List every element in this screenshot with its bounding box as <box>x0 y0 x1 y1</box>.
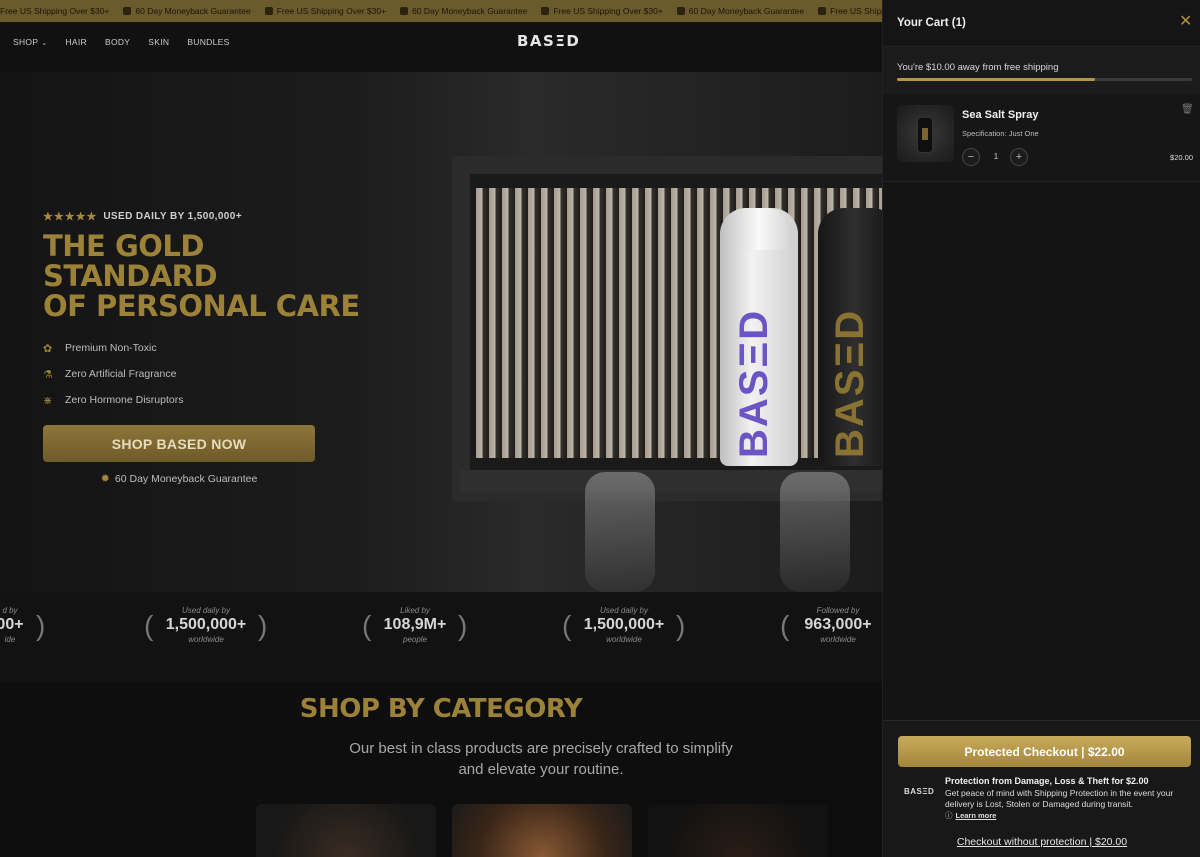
main-nav: SHOP ⌄ HAIR BODY SKIN BUNDLES BASΞD <box>0 22 882 62</box>
info-icon: ⓘ <box>945 811 953 820</box>
shield-icon <box>676 7 685 15</box>
rating-row: ★★★★★ USED DAILY BY 1,500,000+ <box>43 210 383 223</box>
nav-link-bundles[interactable]: BUNDLES <box>187 37 229 47</box>
close-icon[interactable]: ✕ <box>1179 14 1192 30</box>
rating-text: USED DAILY BY 1,500,000+ <box>103 211 242 222</box>
feature-item: ⋇ Zero Hormone Disruptors <box>43 394 184 407</box>
guarantee-note: ✹ 60 Day Moneyback Guarantee <box>100 472 258 486</box>
white-bottle-image: BASΞD <box>720 208 798 466</box>
ticker-item: Free US Shipping Over $30+ <box>0 6 110 16</box>
stat-item: Followed by 963,000+ worldwide <box>804 606 872 644</box>
bottle-brand-text: BASΞD <box>732 308 776 458</box>
star-rating-icon: ★★★★★ <box>43 211 98 223</box>
nav-links: SHOP ⌄ HAIR BODY SKIN BUNDLES <box>13 37 230 47</box>
leaf-icon: ✿ <box>43 342 53 355</box>
badge-icon: ✹ <box>100 473 110 485</box>
section-title: SHOP BY CATEGORY <box>299 694 583 724</box>
nav-link-body[interactable]: BODY <box>105 37 130 47</box>
protection-title: Protection from Damage, Loss & Theft for… <box>945 776 1149 786</box>
ticker-item: Free US Shipping Over $30+ <box>818 6 882 16</box>
bottle-brand-text: BASΞD <box>828 308 872 458</box>
product-thumbnail[interactable] <box>897 105 954 162</box>
protection-description: Get peace of mind with Shipping Protecti… <box>945 788 1174 809</box>
free-shipping-progress: You're $10.00 away from free shipping <box>883 47 1200 94</box>
laurel-right-icon: ) <box>676 610 686 641</box>
learn-more-link[interactable]: Learn more <box>956 811 997 820</box>
product-bottle-image <box>917 117 933 153</box>
ticker-item: 60 Day Moneyback Guarantee <box>400 6 527 16</box>
cart-line-item: Sea Salt Spray Specification: Just One −… <box>883 94 1200 182</box>
quantity-decrease-button[interactable]: − <box>962 148 980 166</box>
cart-drawer: Your Cart (1) ✕ You're $10.00 away from … <box>882 0 1200 857</box>
water-splash-image <box>780 472 850 592</box>
site-logo[interactable]: BASΞD <box>517 32 580 50</box>
ticker-item: Free US Shipping Over $30+ <box>541 6 663 16</box>
announcement-ticker: Free US Shipping Over $30+ 60 Day Moneyb… <box>0 0 882 22</box>
protected-checkout-button[interactable]: Protected Checkout | $22.00 <box>898 736 1191 767</box>
feature-item: ⚗ Zero Artificial Fragrance <box>43 368 177 381</box>
shop-now-button[interactable]: SHOP BASED NOW <box>43 425 315 462</box>
nav-link-shop[interactable]: SHOP ⌄ <box>13 37 47 47</box>
section-subtitle: Our best in class products are precisely… <box>349 740 733 778</box>
truck-icon <box>264 7 273 15</box>
water-splash-image <box>585 472 655 592</box>
shipping-progress-bar <box>897 78 1192 81</box>
social-proof-stats: d by 00+ ide ) ( Used daily by 1,500,000… <box>0 592 882 682</box>
chevron-down-icon: ⌄ <box>41 40 48 47</box>
bottle-cap <box>730 208 788 250</box>
checkout-without-protection-link[interactable]: Checkout without protection | $20.00 <box>883 836 1200 848</box>
laurel-right-icon: ) <box>458 610 468 641</box>
truck-icon <box>818 7 827 15</box>
laurel-right-icon: ) <box>258 610 268 641</box>
product-name[interactable]: Sea Salt Spray <box>962 109 1038 121</box>
trash-icon[interactable]: 🗑 <box>1181 104 1194 115</box>
shield-icon <box>123 7 132 15</box>
hero-copy: ★★★★★ USED DAILY BY 1,500,000+ THE GOLD … <box>43 210 383 485</box>
shop-by-category: SHOP BY CATEGORY Our best in class produ… <box>0 682 882 857</box>
black-bottle-image: BASΞD <box>818 208 882 466</box>
feature-list: ✿ Premium Non-Toxic ⚗ Zero Artificial Frag… <box>43 335 383 413</box>
category-card-image[interactable] <box>256 804 436 857</box>
store-page: Free US Shipping Over $30+ 60 Day Moneyb… <box>0 0 882 857</box>
ticker-item: 60 Day Moneyback Guarantee <box>676 6 804 16</box>
stat-item: Used daily by 1,500,000+ worldwide <box>165 606 247 644</box>
dna-icon: ⋇ <box>43 394 53 407</box>
quantity-value: 1 <box>993 152 999 161</box>
hero-headline: THE GOLD STANDARD OF PERSONAL CARE <box>43 229 360 323</box>
stat-item: Used daily by 1,500,000+ worldwide <box>583 606 665 644</box>
shipping-message: You're $10.00 away from free shipping <box>897 62 1059 73</box>
product-spec: Specification: Just One <box>962 129 1039 138</box>
category-card-image[interactable] <box>648 804 828 857</box>
line-item-price: $20.00 <box>1170 153 1193 162</box>
feature-item: ✿ Premium Non-Toxic <box>43 342 157 355</box>
cart-footer: Protected Checkout | $22.00 BASΞD Protec… <box>883 720 1200 857</box>
ticker-item: Free US Shipping Over $30+ <box>264 6 386 16</box>
flask-icon: ⚗ <box>43 368 53 381</box>
nav-link-hair[interactable]: HAIR <box>65 37 87 47</box>
truck-icon <box>541 7 550 15</box>
laurel-right-icon: ) <box>36 610 46 641</box>
nav-link-skin[interactable]: SKIN <box>148 37 169 47</box>
cart-header: Your Cart (1) ✕ <box>883 0 1200 47</box>
shield-icon <box>400 7 409 15</box>
hero-banner: BASΞD BASΞD ★★★★★ USED DAILY BY 1,500,00… <box>0 72 882 592</box>
category-card-image[interactable] <box>452 804 632 857</box>
ticker-item: 60 Day Moneyback Guarantee <box>123 6 251 16</box>
shipping-progress-fill <box>897 78 1095 81</box>
protection-logo: BASΞD <box>904 787 935 796</box>
learn-more-row: ⓘ Learn more <box>945 810 996 821</box>
cart-title: Your Cart (1) <box>897 17 966 29</box>
quantity-increase-button[interactable]: + <box>1010 148 1028 166</box>
